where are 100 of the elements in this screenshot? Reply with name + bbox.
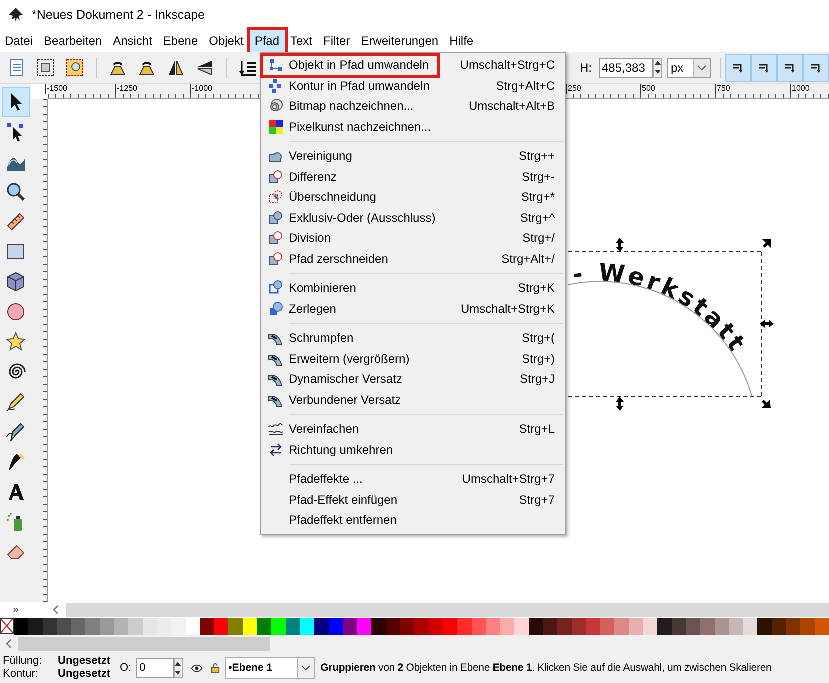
spin-buttons[interactable] [653,58,662,78]
menu-item[interactable]: Erweitern (vergrößern) Strg+) [261,348,565,369]
resize-handle[interactable] [760,320,774,328]
resize-handle[interactable] [762,239,771,248]
eye-icon[interactable] [190,664,203,672]
menu-item[interactable]: Vereinigung Strg++ [261,146,565,166]
color-swatch[interactable] [242,618,258,635]
menu-item[interactable]: Pfad-Effekt einfügen Strg+7 [261,490,565,510]
menu-item[interactable]: Kombinieren Strg+K [261,278,565,298]
menu-item[interactable]: Kontur in Pfad umwandeln Strg+Alt+C [261,76,565,96]
menu-item[interactable]: Bitmap nachzeichnen... Umschalt+Alt+B [261,96,565,116]
color-swatch[interactable] [200,618,214,635]
color-swatch[interactable] [314,618,329,635]
menu-item[interactable]: Pfadeffekt entfernen [261,510,565,530]
color-swatch[interactable] [386,618,400,635]
color-swatch[interactable] [400,618,414,635]
menu-item[interactable]: Pixelkunst nachzeichnen... [261,116,565,137]
resize-handle[interactable] [762,400,771,408]
color-swatch[interactable] [214,618,228,635]
color-swatch[interactable] [514,618,529,635]
color-swatch[interactable] [486,618,500,635]
color-swatch[interactable] [371,618,386,635]
menu-item[interactable]: Hilfe [444,30,479,52]
menu-item[interactable]: Zerlegen Umschalt+Strg+K [261,298,565,319]
color-swatch[interactable] [714,618,729,635]
menu-item[interactable]: Ansicht [108,30,158,52]
color-swatch[interactable] [572,618,586,635]
menu-item[interactable]: Division Strg+/ [261,228,565,248]
color-swatch[interactable] [700,618,715,635]
resize-handle[interactable] [616,397,624,411]
color-swatch[interactable] [757,618,772,635]
color-swatch[interactable] [557,618,572,635]
color-swatch[interactable] [14,618,28,635]
color-swatch[interactable] [328,618,343,635]
color-swatch[interactable] [814,618,829,635]
color-swatch[interactable] [686,618,700,635]
scrollbar-thumb[interactable] [66,603,829,617]
color-swatch[interactable] [171,618,186,635]
color-swatch[interactable] [457,618,472,635]
color-swatch[interactable] [542,618,558,635]
color-swatch[interactable] [257,618,272,635]
menu-item[interactable]: Pfad zerschneiden Strg+Alt+/ [261,248,565,269]
menu-item[interactable]: Datei [0,30,38,52]
color-swatch[interactable] [271,618,286,635]
color-swatch[interactable] [472,618,486,635]
menu-item[interactable]: Überschneidung Strg+* [261,187,565,208]
opacity-input[interactable]: 0 [136,658,174,678]
toggle-button[interactable] [751,54,777,82]
color-swatch[interactable] [228,618,243,635]
color-swatch[interactable] [56,618,72,635]
color-swatch[interactable] [142,618,157,635]
menu-item[interactable]: Objekt [204,30,249,52]
menu-item[interactable]: Richtung umkehren [261,440,565,460]
color-swatch[interactable] [42,618,57,635]
lock-icon[interactable] [210,662,220,674]
color-swatch[interactable] [85,618,100,635]
menu-item[interactable]: Exklusiv-Oder (Ausschluss) Strg+^ [261,208,565,228]
toggle-button[interactable] [803,54,829,82]
menu-item[interactable]: Objekt in Pfad umwandeln Umschalt+Strg+C [261,55,565,76]
toggle-button[interactable] [777,54,803,82]
color-swatch[interactable] [442,618,458,635]
height-input[interactable]: 485,383 [599,58,653,78]
color-swatch[interactable] [728,618,744,635]
color-swatch[interactable] [114,618,128,635]
color-swatch[interactable] [428,618,443,635]
color-swatch[interactable] [772,618,786,635]
menu-item[interactable]: Erweiterungen [356,30,444,52]
color-swatch[interactable] [786,618,800,635]
toggle-button[interactable] [725,54,751,82]
color-swatch[interactable] [600,618,614,635]
color-swatch[interactable] [300,618,314,635]
resize-handle[interactable] [616,238,624,252]
color-swatch[interactable] [286,618,300,635]
scroll-left-icon[interactable] [5,639,13,649]
color-swatch[interactable] [528,618,543,635]
color-swatch[interactable] [614,618,629,635]
color-swatch[interactable] [100,618,114,635]
color-swatch[interactable] [672,618,686,635]
scrollbar-thumb[interactable] [18,637,270,651]
color-swatch[interactable] [500,618,514,635]
menu-item[interactable]: Pfadeffekte ... Umschalt+Strg+7 [261,469,565,490]
color-swatch[interactable] [156,618,172,635]
menu-item[interactable]: Differenz Strg+- [261,166,565,187]
color-swatch[interactable] [586,618,600,635]
color-swatch[interactable] [800,618,815,635]
color-swatch[interactable] [414,618,429,635]
color-swatch[interactable] [628,618,644,635]
color-swatch[interactable] [743,618,758,635]
color-swatch[interactable] [71,618,86,635]
color-swatch[interactable] [342,618,358,635]
color-swatch[interactable] [28,618,43,635]
color-swatch[interactable] [657,618,672,635]
tool-button[interactable] [2,87,30,117]
menu-item[interactable]: Schrumpfen Strg+( [261,328,565,348]
color-swatch[interactable] [128,618,143,635]
menu-item[interactable]: Pfad [250,30,284,52]
no-color-swatch[interactable] [0,618,14,634]
menu-item[interactable]: Ebene [158,30,204,52]
menu-item[interactable]: Text [286,30,318,52]
menu-item[interactable]: Filter [318,30,356,52]
